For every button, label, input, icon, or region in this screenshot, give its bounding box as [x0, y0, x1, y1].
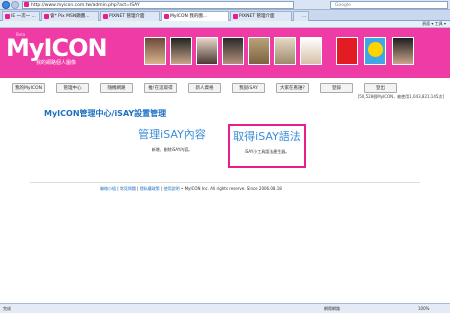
tab-favicon-icon	[44, 14, 49, 19]
nav-my-myicon[interactable]: 我的MyICON	[12, 83, 45, 93]
avatar-6-icon[interactable]	[274, 37, 296, 65]
footer-copyright: • MyICON Inc. All rights reserve. Since …	[179, 186, 282, 191]
get-isay-code-desc: iSAY小工具語法產生器。	[244, 149, 290, 154]
command-bar-label[interactable]: 頁面 ▾ 工具 ▾	[422, 21, 446, 26]
avatar-1-icon[interactable]	[144, 37, 166, 65]
avatar-5-icon[interactable]	[248, 37, 270, 65]
avatar-4-icon[interactable]	[222, 37, 244, 65]
nav-get-here[interactable]: 推!在這取得	[144, 83, 177, 93]
main-nav: 我的MyICON 管理中心 隨機網路 推!在這取得 新人資格 我說iSAY 大家…	[0, 78, 450, 100]
tab-label: ...	[302, 14, 307, 19]
avatar-3-icon[interactable]	[196, 37, 218, 65]
status-bar: 完成 網際網路 100%	[0, 303, 450, 313]
get-isay-code-link[interactable]: 取得iSAY語法	[230, 130, 304, 144]
logo-tagline: 我的網路個人圖像	[36, 60, 77, 66]
search-input[interactable]: Google	[330, 1, 448, 9]
tab-4-active[interactable]: MyICON 我的圖...	[161, 11, 229, 21]
zoom-level[interactable]: 100%	[418, 304, 429, 313]
avatar-2-icon[interactable]	[170, 37, 192, 65]
tab-label: PIXNET 管理介面	[239, 14, 275, 19]
nav-new-member[interactable]: 新人資格	[188, 83, 221, 93]
tab-3[interactable]: PIXNET 管理介面	[100, 11, 160, 21]
address-input[interactable]: http://www.myicon.com.tw/admin.php?act=I…	[22, 1, 294, 9]
security-zone: 網際網路	[324, 306, 340, 311]
status-text: 完成	[3, 306, 11, 311]
page-title: MyICON管理中心/iSAY設置管理	[44, 109, 167, 118]
tab-label: MyICON 我的圖...	[170, 14, 208, 19]
site-banner: Beta MyICON 我的網路個人圖像	[0, 28, 450, 78]
back-button[interactable]	[2, 1, 10, 9]
manage-isay-card[interactable]: 管理iSAY內容 新增、刪除iSAY內容。	[136, 128, 208, 160]
address-bar-row: http://www.myicon.com.tw/admin.php?act=I…	[0, 0, 450, 10]
footer: 聯絡小組 | 常見問題 | 隱私權政策 | 使用說明 • MyICON Inc.…	[100, 186, 282, 192]
avatar-8-icon[interactable]	[336, 37, 358, 65]
tab-favicon-icon	[5, 14, 10, 19]
manage-isay-link[interactable]: 管理iSAY內容	[136, 128, 208, 142]
get-isay-code-card[interactable]: 取得iSAY語法 iSAY小工具語法產生器。	[228, 124, 306, 168]
nav-login[interactable]: 登錄	[320, 83, 353, 93]
avatar-9-smiley-icon[interactable]	[364, 37, 386, 65]
footer-link-contact[interactable]: 聯絡小組	[100, 186, 116, 191]
tab-2[interactable]: 會* Pix MSN顯圖...	[41, 11, 99, 21]
nav-isay[interactable]: 我說iSAY	[232, 83, 265, 93]
tab-6[interactable]: ...	[293, 11, 309, 21]
usage-stats: [50,528個MyICON，被使用1,043,821,145次]	[357, 94, 444, 99]
tab-label: 會* Pix MSN顯圖...	[50, 14, 90, 19]
tab-favicon-icon	[103, 14, 108, 19]
forward-button[interactable]	[11, 1, 19, 9]
footer-divider	[30, 182, 420, 183]
avatar-7-icon[interactable]	[300, 37, 322, 65]
nav-admin-center[interactable]: 管理中心	[56, 83, 89, 93]
nav-logout[interactable]: 登出	[364, 83, 397, 93]
tab-5[interactable]: PIXNET 管理介面	[230, 11, 292, 21]
footer-link-help[interactable]: 使用說明	[164, 186, 180, 191]
nav-random[interactable]: 隨機網路	[100, 83, 133, 93]
footer-link-privacy[interactable]: 隱私權政策	[140, 186, 160, 191]
tab-strip: IE 一次一 ... 會* Pix MSN顯圖... PIXNET 管理介面 M…	[0, 10, 450, 21]
tab-label: PIXNET 管理介面	[109, 14, 145, 19]
tab-favicon-icon	[233, 14, 238, 19]
nav-who-watching[interactable]: 大家在看誰?	[276, 83, 309, 93]
site-favicon-icon	[24, 2, 29, 7]
tab-1[interactable]: IE 一次一 ...	[2, 11, 40, 21]
manage-isay-desc: 新增、刪除iSAY內容。	[151, 147, 193, 152]
command-bar: 頁面 ▾ 工具 ▾	[0, 21, 450, 28]
avatar-10-icon[interactable]	[392, 37, 414, 65]
footer-link-faq[interactable]: 常見問題	[120, 186, 136, 191]
site-logo[interactable]: MyICON	[6, 35, 108, 61]
tab-favicon-icon	[164, 14, 169, 19]
tab-label: IE 一次一 ...	[11, 14, 36, 19]
